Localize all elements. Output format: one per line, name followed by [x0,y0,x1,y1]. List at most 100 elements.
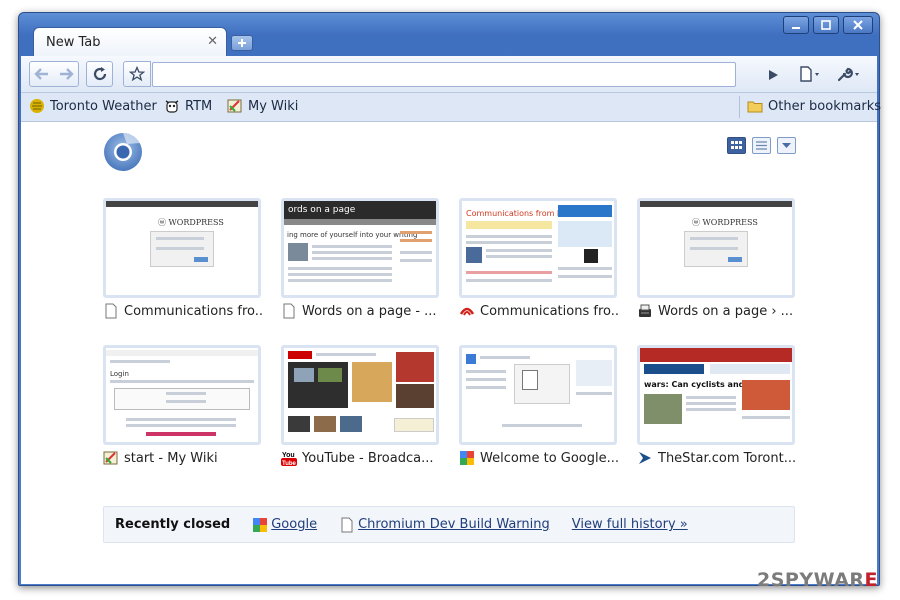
recently-closed-link-google[interactable]: Google [252,517,317,533]
list-icon [756,141,767,150]
new-tab-button[interactable] [231,35,253,51]
recently-closed-label: Chromium Dev Build Warning [358,517,550,532]
close-window-button[interactable] [843,16,873,34]
minimize-button[interactable] [783,16,809,34]
tile-caption: Communications fro... [459,303,619,319]
svg-text:Tube: Tube [282,461,297,466]
forward-arrow-icon [60,68,74,80]
wiki-icon [227,99,242,113]
most-visited-tile[interactable]: ⓦ WORDPRESS Communications fro... [103,198,263,319]
page-thumbnail: ords on a page ing more of yourself into… [281,198,439,298]
thumb-heading: ords on a page [288,205,356,215]
page-thumbnail: Login [103,345,261,445]
bookmark-star-button[interactable] [123,61,151,87]
play-icon [769,69,778,80]
thumbnail-view-toggle[interactable] [727,137,746,154]
most-visited-tile[interactable]: Welcome to Google... [459,345,619,466]
page-icon [105,303,117,319]
tile-title: Communications fro... [480,303,619,319]
tab-title: New Tab [46,35,101,50]
other-bookmarks-folder[interactable]: Other bookmarks [747,98,881,114]
recently-closed-bar: Recently closed Google Chromium Dev Buil… [103,506,795,543]
address-bar[interactable] [152,62,736,87]
most-visited-tile[interactable]: wars: Can cyclists and TheStar.com Toron… [637,345,797,466]
grid-icon [731,141,742,149]
google-icon [460,451,474,465]
tile-title: Words on a page › ... [658,303,794,319]
page-thumbnail: ⓦ WORDPRESS [103,198,261,298]
recently-closed-link-chromium-warning[interactable]: Chromium Dev Build Warning [339,517,550,533]
wordpress-logo-thumb: ⓦ WORDPRESS [692,218,758,227]
star-icon [129,66,145,82]
maximize-icon [821,20,831,30]
chromium-logo-icon [104,132,142,171]
tab-close-icon[interactable]: ✕ [207,34,218,49]
tile-caption: Words on a page › ... [637,303,797,319]
watermark-prefix: 2SPYWAR [757,569,865,591]
address-input[interactable] [153,63,735,86]
page-thumbnail: ⓦ WORDPRESS [637,198,795,298]
close-icon [853,20,863,30]
reload-button[interactable] [86,61,113,87]
window-controls [783,16,873,34]
bookmark-my-wiki[interactable]: My Wiki [227,98,298,114]
page-thumbnail [281,345,439,445]
thumb-text: ing more of yourself into your writing [287,231,418,239]
page-thumbnail: Communications from DMN [459,198,617,298]
bookmark-toronto-weather[interactable]: Toronto Weather [29,98,157,114]
back-button[interactable] [30,67,54,81]
bookmarks-separator [739,96,740,118]
wordpress-logo-thumb: ⓦ WORDPRESS [158,218,224,227]
tile-title: TheStar.com Toront... [658,450,797,466]
view-full-history-link[interactable]: View full history » [572,517,688,532]
page-thumbnail: wars: Can cyclists and [637,345,795,445]
reload-icon [93,67,106,81]
typewriter-icon [639,304,651,317]
page-menu-icon [800,66,819,82]
tile-caption: You Tube YouTube - Broadca... [281,450,441,466]
view-toggles [727,137,796,154]
bookmarks-bar: Toronto Weather RTM My Wiki Other bookma… [21,93,881,122]
watermark: 2SPYWARE [757,569,878,591]
svg-text:You: You [282,452,295,459]
recently-closed-label: Google [271,517,318,532]
most-visited-tile[interactable]: ords on a page ing more of yourself into… [281,198,441,319]
folder-icon [747,101,763,113]
watermark-suffix: E [864,569,879,591]
tile-title: start - My Wiki [124,450,218,466]
bookmark-label: RTM [185,98,213,114]
page-thumbnail [459,345,617,445]
tile-title: Communications fro... [124,303,263,319]
most-visited-tile[interactable]: You Tube YouTube - Broadca... [281,345,441,466]
tools-menu-button[interactable] [833,61,867,87]
most-visited-tile[interactable]: ⓦ WORDPRESS Words on a page › ... [637,198,797,319]
wiki-icon [103,451,118,465]
plus-icon [238,39,246,47]
most-visited-tile[interactable]: Login start - My Wiki [103,345,263,466]
options-menu-toggle[interactable] [777,137,796,154]
chevron-down-icon [782,142,791,148]
back-arrow-icon [34,68,48,80]
tile-caption: TheStar.com Toront... [637,450,797,466]
browser-window: New Tab ✕ Toronto Weather RTM My Wiki Ot… [18,12,881,586]
page-menu-button[interactable] [795,61,827,87]
thumb-heading: wars: Can cyclists and [644,380,745,389]
tab-new-tab[interactable]: New Tab ✕ [33,27,227,57]
maximize-button[interactable] [813,16,839,34]
page-icon [283,303,295,319]
most-visited-tile[interactable]: Communications from DMN Communications f… [459,198,619,319]
tile-title: YouTube - Broadca... [302,450,434,466]
go-button[interactable] [760,62,786,87]
list-view-toggle[interactable] [752,137,771,154]
bookmark-label: Other bookmarks [768,98,882,114]
minimize-icon [792,27,800,29]
new-tab-page: ⓦ WORDPRESS Communications fro... ords o… [21,122,877,584]
tile-title: Words on a page - ... [302,303,437,319]
bookmark-rtm[interactable]: RTM [164,98,212,114]
wrench-icon [837,67,859,82]
tile-title: Welcome to Google... [480,450,619,466]
forward-button[interactable] [54,67,78,81]
youtube-icon: You Tube [281,450,297,466]
google-icon [253,517,268,532]
page-icon [341,517,353,532]
